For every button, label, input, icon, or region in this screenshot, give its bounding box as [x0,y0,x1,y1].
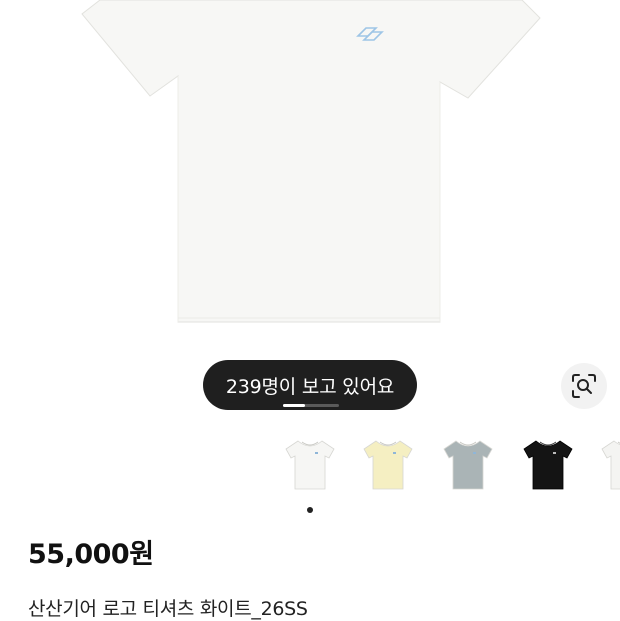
thumbnail-logo-mark [315,452,318,454]
thumbnail-tee-shape [523,440,573,490]
product-image-gallery[interactable] [0,0,620,348]
product-price: 55,000원 [28,539,154,570]
thumbnail-tee-shape [443,440,493,490]
t-shirt-main-image [81,0,541,323]
viewers-count-badge: 239명이 보고 있어요 [203,360,417,410]
color-thumbnail-black[interactable] [520,437,576,493]
thumbnail-page-dot [307,507,313,513]
thumbnail-tee-shape [601,440,620,490]
lens-search-icon [572,374,596,398]
thumbnail-logo-mark [553,452,556,454]
lens-search-button[interactable] [561,363,607,409]
thumbnail-logo-mark [393,452,396,454]
color-thumbnail-white-partial[interactable] [598,437,620,493]
color-thumbnail-white[interactable] [282,437,338,493]
viewers-count-text: 239명이 보고 있어요 [225,375,395,398]
gallery-pager-indicator [283,404,305,407]
thumbnail-tee-shape [363,440,413,490]
product-name: 산산기어 로고 티셔츠 화이트_26SS [28,598,308,620]
color-thumbnail-gray-blue[interactable] [440,437,496,493]
thumbnail-logo-mark [473,452,476,454]
color-thumbnail-butter-yellow[interactable] [360,437,416,493]
thumbnail-tee-shape [285,440,335,490]
